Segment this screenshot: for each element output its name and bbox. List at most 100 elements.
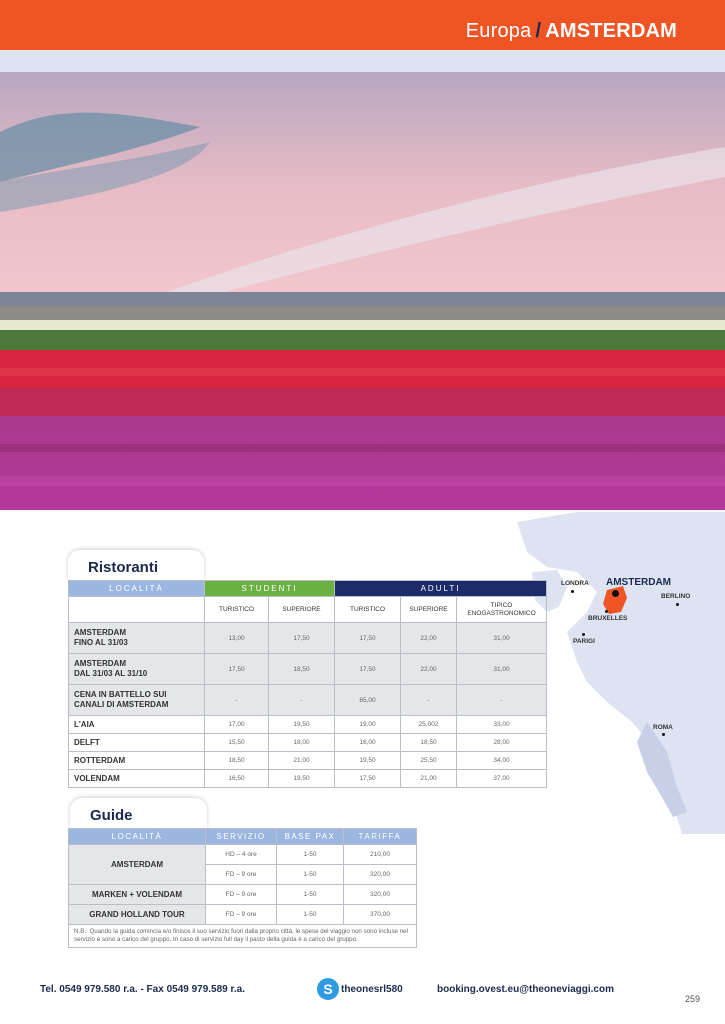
row-name-line2: FINO AL 31/03 (74, 638, 128, 647)
ristoranti-price-cell: 18,50 (204, 751, 269, 770)
ristoranti-row-name: ROTTERDAM (68, 751, 205, 770)
page-title: Europa / AMSTERDAM (466, 20, 677, 43)
ristoranti-price-cell: 25,50 (400, 751, 457, 770)
ristoranti-price-cell: 19,50 (268, 769, 335, 788)
guide-note: N.B.: Quando la guida comincia e/o finis… (68, 924, 417, 948)
ristoranti-price-cell: 19,50 (334, 751, 401, 770)
ristoranti-price-cell: 34,00 (455, 751, 548, 770)
guide-row-name: AMSTERDAM (68, 844, 206, 885)
ristoranti-tab: Ristoranti (68, 550, 204, 580)
ristoranti-price-cell: - (204, 684, 269, 716)
ristoranti-price-cell: 17,50 (334, 622, 401, 654)
guide-tab: Guide (70, 798, 207, 828)
ristoranti-row: AMSTERDAM FINO AL 31/03 13,00 17,50 17,50 22,… (68, 622, 548, 654)
tulip-field-photo (0, 72, 725, 510)
row-name-line1: DELFT (74, 737, 100, 747)
ristoranti-row-name: CENA IN BATTELLO SUI CANALI DI AMSTERDAM (68, 684, 205, 716)
subheader-cell: TURISTICO (334, 596, 401, 623)
ristoranti-row: ROTTERDAM 18,50 21,00 19,50 25,50 34,00 (68, 751, 548, 770)
ristoranti-price-cell: 15,50 (204, 733, 269, 752)
guide-servizio: FD – 9 ore (205, 904, 277, 925)
guide-pax: 1-50 (276, 844, 344, 865)
map-label-parigi: PARIGI (573, 638, 595, 645)
footer-phone: Tel. 0549 979.580 r.a. - Fax 0549 979.58… (40, 984, 245, 995)
ristoranti-price-cell: 65,00 (334, 684, 401, 716)
map-label-roma: ROMA (653, 724, 673, 731)
ristoranti-price-cell: 16,50 (204, 769, 269, 788)
row-name-line1: L'AIA (74, 719, 95, 729)
title-city: AMSTERDAM (545, 20, 677, 42)
ristoranti-row-name: AMSTERDAM FINO AL 31/03 (68, 622, 205, 654)
ristoranti-price-cell: - (268, 684, 335, 716)
skype-icon: S (317, 978, 339, 1000)
guide-header-localita: LOCALITÀ (68, 828, 206, 845)
header-bar: Europa / AMSTERDAM (0, 0, 725, 50)
map-dot-amsterdam (612, 590, 619, 597)
title-separator: / (535, 20, 542, 42)
ristoranti-row-name: VOLENDAM (68, 769, 205, 788)
ristoranti-row-name: L'AIA (68, 715, 205, 734)
guide-header-base-pax: BASE PAX (276, 828, 344, 845)
guide-row-name: MARKEN + VOLENDAM (68, 884, 206, 905)
title-region: Europa (465, 20, 532, 42)
ristoranti-row: L'AIA 17,00 19,50 19,00 25,002 33,00 (68, 715, 548, 734)
guide-servizio: FD – 9 ore (205, 884, 277, 905)
ristoranti-price-cell: 17,00 (204, 715, 269, 734)
ristoranti-price-cell: - (400, 684, 457, 716)
map-dot-berlino (676, 603, 679, 606)
subheader-cell: SUPERIORE (268, 596, 335, 623)
row-name-line1: CENA IN BATTELLO SUI (74, 690, 167, 699)
map-label-londra: LONDRA (561, 580, 589, 587)
ristoranti-price-cell: 21,00 (268, 751, 335, 770)
subheader-cell: TIPICO ENOGASTRONOMICO (455, 596, 548, 623)
row-name-line2: DAL 31/03 AL 31/10 (74, 669, 148, 678)
ristoranti-price-cell: 33,00 (455, 715, 548, 734)
row-name-line1: AMSTERDAM (74, 628, 126, 637)
guide-pax: 1-50 (276, 904, 344, 925)
header-localita: LOCALITÀ (68, 580, 205, 597)
map-label-bruxelles: BRUXELLES (588, 615, 628, 622)
subheader-cell: SUPERIORE (400, 596, 457, 623)
guide-tariffa: 320,00 (343, 884, 417, 905)
row-name-line1: AMSTERDAM (74, 659, 126, 668)
ristoranti-price-cell: 19,50 (268, 715, 335, 734)
ristoranti-price-cell: 18,50 (268, 653, 335, 685)
guide-servizio: HD – 4 ore (205, 844, 277, 865)
ristoranti-price-cell: 16,00 (334, 733, 401, 752)
footer-skype[interactable]: theonesrl580 (341, 984, 403, 995)
header-subbar (0, 50, 725, 72)
subheader-empty (68, 596, 205, 623)
ristoranti-price-cell: 17,50 (204, 653, 269, 685)
ristoranti-price-cell: 37,00 (455, 769, 548, 788)
row-name-line2: CANALI DI AMSTERDAM (74, 700, 169, 709)
map-dot-roma (662, 733, 665, 736)
ristoranti-price-cell: 28,00 (455, 733, 548, 752)
map-dot-bruxelles (605, 610, 608, 613)
subheader-cell: TURISTICO (204, 596, 269, 623)
row-name-line1: ROTTERDAM (74, 755, 126, 765)
ristoranti-row: VOLENDAM 16,50 19,50 17,50 21,00 37,00 (68, 769, 548, 788)
map-label-berlino: BERLINO (661, 593, 691, 600)
guide-tariffa: 210,00 (343, 844, 417, 865)
ristoranti-row: CENA IN BATTELLO SUI CANALI DI AMSTERDAM -… (68, 684, 548, 716)
tulip-field-illustration (0, 72, 725, 510)
ristoranti-price-cell: - (455, 684, 548, 716)
ristoranti-price-cell: 18,50 (400, 733, 457, 752)
row-name-line1: VOLENDAM (74, 773, 120, 783)
ristoranti-row: AMSTERDAM DAL 31/03 AL 31/10 17,50 18,50 17,… (68, 653, 548, 685)
ristoranti-price-cell: 19,00 (334, 715, 401, 734)
ristoranti-price-cell: 22,00 (400, 653, 457, 685)
map-label-amsterdam: AMSTERDAM (606, 577, 671, 588)
ristoranti-row-name: DELFT (68, 733, 205, 752)
ristoranti-price-cell: 31,00 (455, 622, 548, 654)
ristoranti-row-name: AMSTERDAM DAL 31/03 AL 31/10 (68, 653, 205, 685)
header-studenti: STUDENTI (204, 580, 335, 597)
guide-table: LOCALITÀ SERVIZIO BASE PAX TARIFFA AMSTE… (68, 828, 417, 948)
guide-pax: 1-50 (276, 864, 344, 885)
guide-tariffa: 320,00 (343, 864, 417, 885)
ristoranti-table: LOCALITÀ STUDENTI ADULTI TURISTICO SUPER… (68, 580, 548, 788)
footer-email[interactable]: booking.ovest.eu@theoneviaggi.com (437, 984, 614, 995)
ristoranti-price-cell: 17,50 (334, 769, 401, 788)
map-dot-londra (571, 590, 574, 593)
ristoranti-row: DELFT 15,50 18,00 16,00 18,50 28,00 (68, 733, 548, 752)
